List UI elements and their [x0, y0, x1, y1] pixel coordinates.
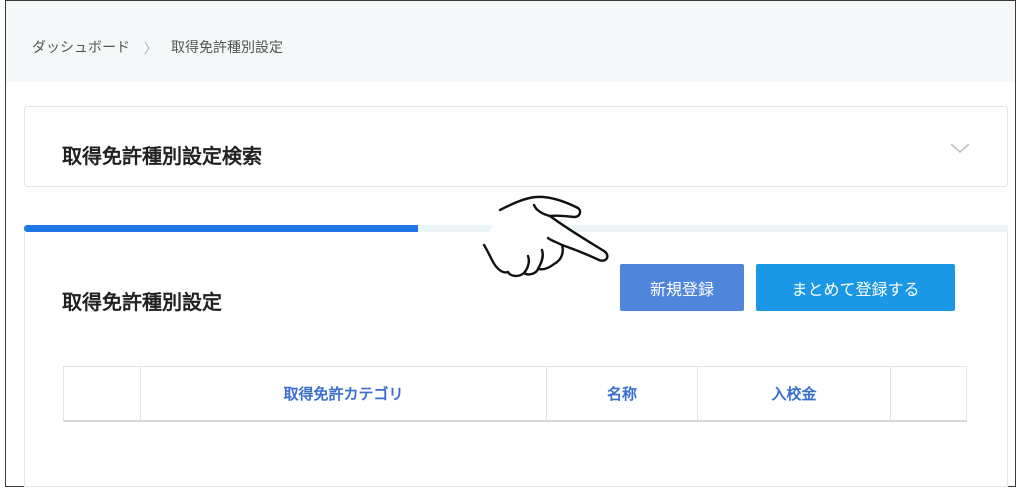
- search-panel[interactable]: 取得免許種別設定検索: [24, 106, 1008, 187]
- top-bar: ダッシュボード 〉 取得免許種別設定: [6, 1, 1015, 82]
- table-header-name[interactable]: 名称: [547, 367, 698, 420]
- table-header-select: [64, 367, 141, 420]
- table-header-enrollment-fee[interactable]: 入校金: [698, 367, 891, 420]
- breadcrumb-dashboard-link[interactable]: ダッシュボード: [32, 37, 130, 57]
- bulk-register-button[interactable]: まとめて登録する: [756, 264, 955, 311]
- chevron-down-icon[interactable]: [949, 140, 971, 156]
- breadcrumb: ダッシュボード 〉 取得免許種別設定: [32, 37, 283, 57]
- pointing-hand-icon: [482, 195, 609, 278]
- breadcrumb-current: 取得免許種別設定: [171, 40, 284, 56]
- new-register-button[interactable]: 新規登録: [620, 264, 744, 311]
- page-title: 取得免許種別設定: [62, 290, 222, 314]
- progress-fill: [24, 225, 418, 232]
- data-table: 取得免許カテゴリ 名称 入校金: [63, 366, 967, 422]
- breadcrumb-separator-icon: 〉: [144, 41, 158, 57]
- search-panel-title: 取得免許種別設定検索: [62, 144, 262, 168]
- table-header-actions: [891, 367, 966, 420]
- table-header-category[interactable]: 取得免許カテゴリ: [141, 367, 547, 420]
